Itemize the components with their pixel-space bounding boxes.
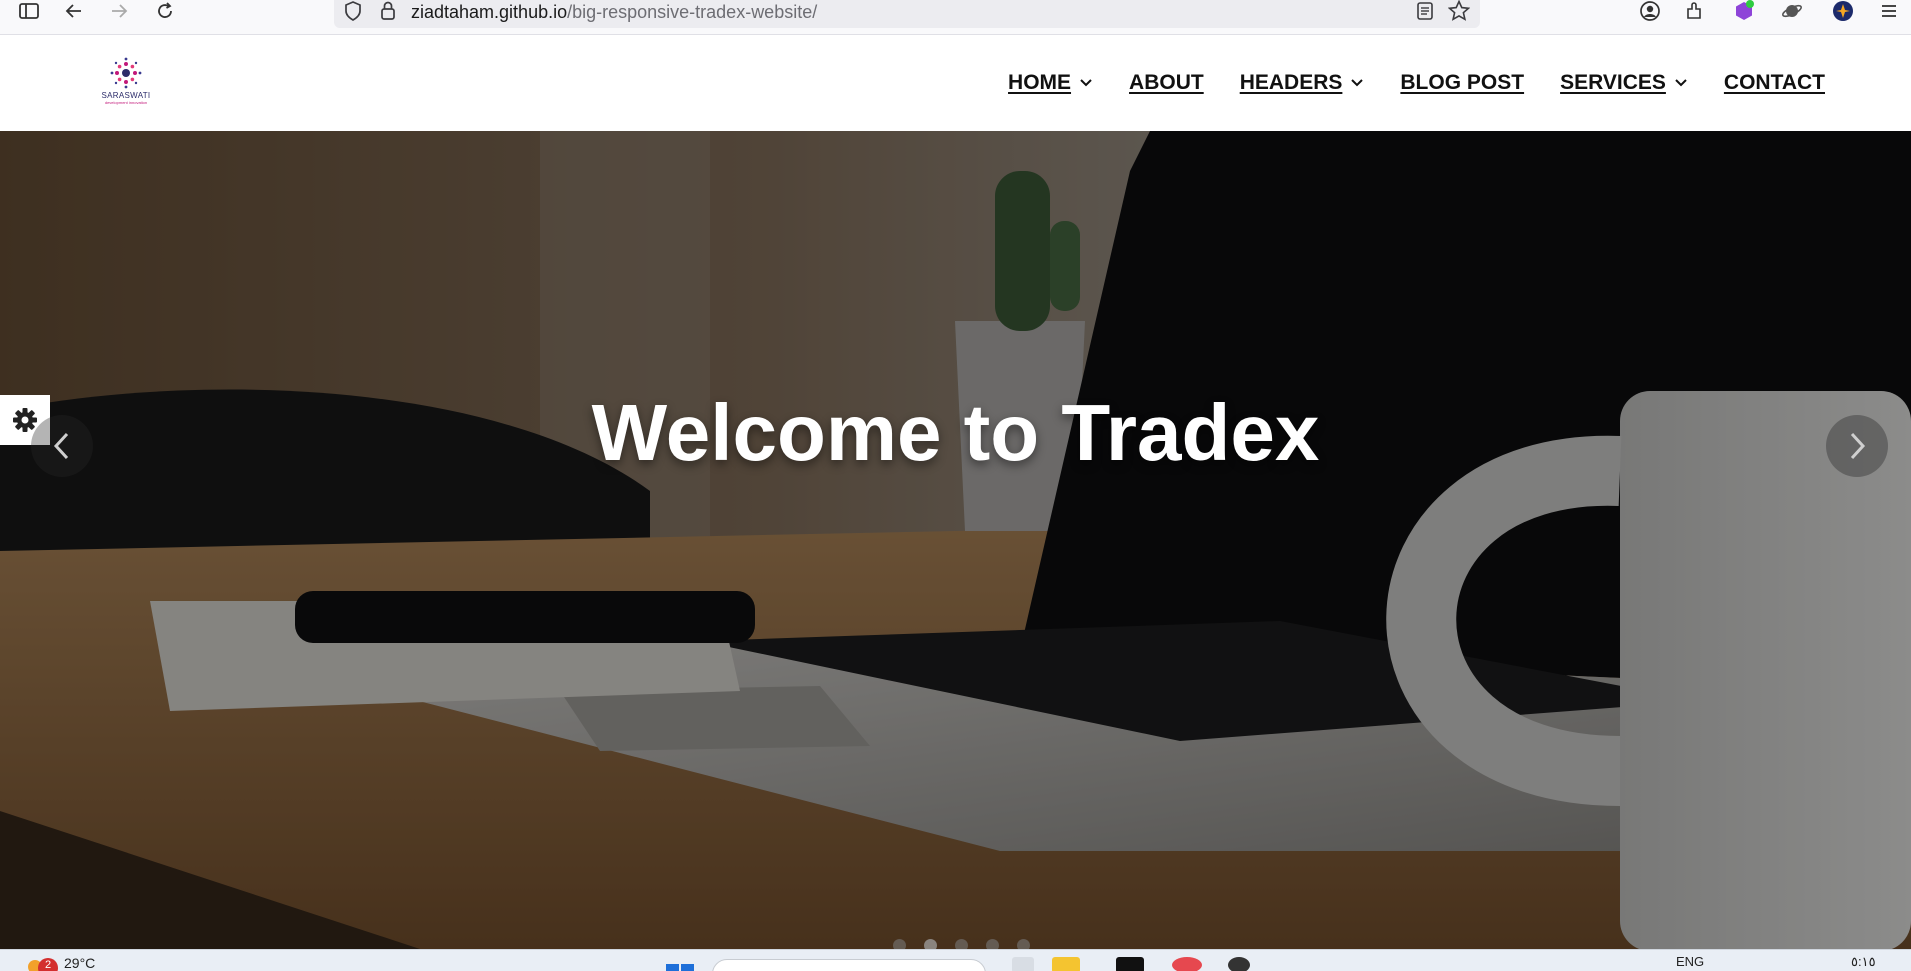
chevron-down-icon <box>1080 79 1092 87</box>
browser-app-icon[interactable] <box>1172 957 1202 971</box>
language-indicator[interactable]: ENG <box>1676 954 1704 969</box>
nav-home[interactable]: HOME <box>1008 71 1093 95</box>
taskbar-search[interactable] <box>712 959 986 971</box>
logo-text: SARASWATI <box>101 91 151 100</box>
nav-home-label: HOME <box>1008 71 1072 94</box>
url-text[interactable]: ziadtaham.github.io/big-responsive-trade… <box>411 2 817 23</box>
logo-subtext: development innovation <box>104 100 148 105</box>
lock-icon[interactable] <box>380 0 396 22</box>
nav-headers[interactable]: HEADERS <box>1240 71 1365 95</box>
main-nav: HOME ABOUT HEADERS BLOG POST SERVICES CO… <box>1008 71 1825 95</box>
slider-dot[interactable] <box>955 939 968 949</box>
nav-about[interactable]: ABOUT <box>1129 71 1204 95</box>
nav-about-label: ABOUT <box>1129 71 1204 94</box>
weather-badge: 2 <box>38 958 58 971</box>
menu-icon[interactable] <box>1874 0 1904 22</box>
nav-headers-label: HEADERS <box>1239 71 1343 94</box>
taskview-icon[interactable] <box>1012 957 1034 971</box>
bookmark-star-icon[interactable] <box>1448 0 1470 22</box>
app-icon[interactable] <box>1228 957 1250 971</box>
slider-dot[interactable] <box>893 939 906 949</box>
back-icon[interactable] <box>59 0 89 22</box>
extension-purple-icon[interactable] <box>1729 0 1759 22</box>
shield-icon[interactable] <box>344 0 362 22</box>
nav-services-label: SERVICES <box>1560 71 1666 94</box>
extension-planet-icon[interactable] <box>1777 0 1807 22</box>
address-bar[interactable]: ziadtaham.github.io/big-responsive-trade… <box>334 0 1480 28</box>
gear-icon <box>13 408 37 432</box>
slider-dot[interactable] <box>986 939 999 949</box>
url-host: ziadtaham.github.io <box>411 2 568 22</box>
terminal-icon[interactable] <box>1116 957 1144 971</box>
forward-icon[interactable] <box>104 0 134 22</box>
nav-blog-post[interactable]: BLOG POST <box>1400 71 1524 95</box>
slider-indicators <box>893 939 1030 949</box>
extensions-icon[interactable] <box>1680 0 1710 22</box>
chevron-down-icon <box>1351 79 1364 87</box>
logo-mandala-icon <box>110 57 142 89</box>
temperature-text: 29°C <box>64 955 96 971</box>
windows-start-icon[interactable] <box>666 960 694 971</box>
slider-next-button[interactable] <box>1826 415 1888 477</box>
sidebar-toggle-icon[interactable] <box>14 0 44 22</box>
clock-text[interactable]: ٥:١٥ <box>1851 954 1876 970</box>
browser-toolbar: ziadtaham.github.io/big-responsive-trade… <box>0 0 1911 35</box>
nav-services[interactable]: SERVICES <box>1560 71 1688 95</box>
account-icon[interactable] <box>1635 0 1665 22</box>
site-header: SARASWATI development innovation HOME AB… <box>0 35 1911 131</box>
chevron-down-icon <box>1675 79 1687 87</box>
reload-icon[interactable] <box>150 0 180 22</box>
extension-avatar-icon[interactable] <box>1828 0 1858 22</box>
nav-contact[interactable]: CONTACT <box>1724 71 1825 95</box>
chevron-right-icon <box>1850 432 1866 460</box>
nav-blog-post-label: BLOG POST <box>1400 71 1525 94</box>
hero-slider: Welcome to Tradex <box>0 131 1911 949</box>
reader-view-icon[interactable] <box>1417 0 1433 22</box>
nav-contact-label: CONTACT <box>1723 71 1825 94</box>
os-taskbar: 2 29°C ENG ٥:١٥ <box>0 949 1911 971</box>
slider-prev-button[interactable] <box>31 415 93 477</box>
chevron-left-icon <box>53 432 69 460</box>
hero-title: Welcome to Tradex <box>591 388 1320 477</box>
slider-dot[interactable] <box>924 939 937 949</box>
slider-dot[interactable] <box>1017 939 1030 949</box>
file-explorer-icon[interactable] <box>1052 957 1080 971</box>
site-logo[interactable]: SARASWATI development innovation <box>98 57 154 109</box>
hero-background-image <box>0 131 1911 949</box>
url-path: /big-responsive-tradex-website/ <box>567 2 818 22</box>
